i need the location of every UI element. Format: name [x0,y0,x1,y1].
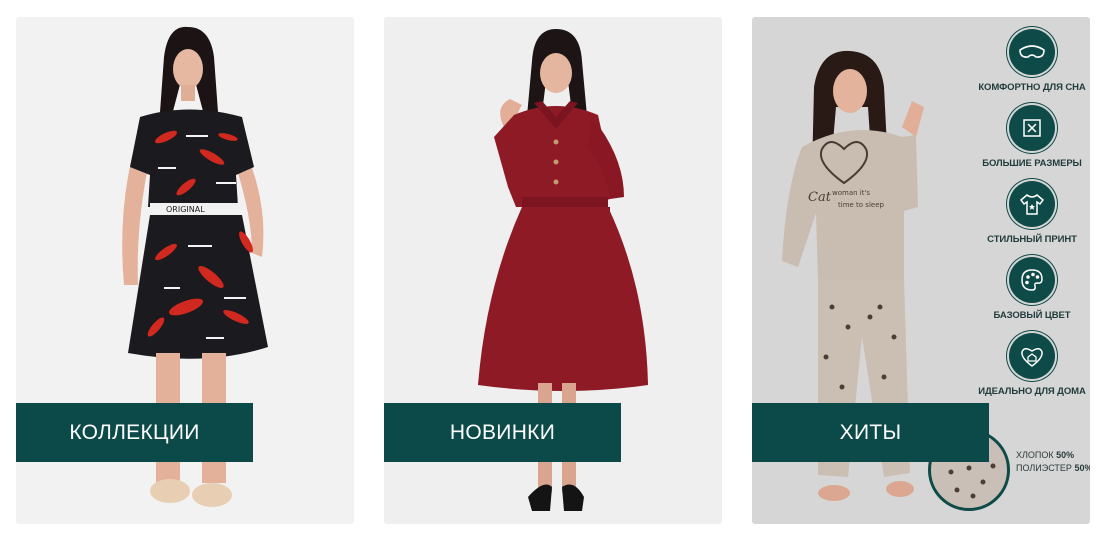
feature-caption: ИДЕАЛЬНО ДЛЯ ДОМА [978,386,1086,397]
feature-caption: КОМФОРТНО ДЛЯ СНА [978,82,1086,93]
feature-item: БОЛЬШИЕ РАЗМЕРЫ [977,105,1087,169]
cotton-label: ХЛОПОК [1016,450,1054,460]
cotton-value: 50% [1056,450,1075,460]
new-arrivals-button-label: НОВИНКИ [449,420,556,444]
sleep-mask-icon [1009,29,1055,75]
hits-button-label: ХИТЫ [839,420,902,444]
hits-button[interactable]: ХИТЫ [752,403,989,462]
new-arrivals-card[interactable]: НОВИНКИ [384,17,722,524]
collections-button[interactable]: КОЛЛЕКЦИИ [16,403,253,462]
fabric-composition: ХЛОПОК 50% ПОЛИЭСТЕР 50% [1016,449,1090,475]
home-heart-icon [1009,333,1055,379]
collections-button-label: КОЛЛЕКЦИИ [69,420,200,444]
feature-item: КОМФОРТНО ДЛЯ СНА [977,29,1087,93]
feature-caption: СТИЛЬНЫЙ ПРИНТ [987,234,1077,245]
tshirt-icon [1009,181,1055,227]
hits-card[interactable]: Cat woman it's time to sleep КОМФОРТНО Д… [752,17,1090,524]
svg-text:ORIGINAL: ORIGINAL [166,205,205,214]
feature-item: СТИЛЬНЫЙ ПРИНТ [977,181,1087,245]
collections-card[interactable]: ORIGINAL КОЛЛЕКЦИИ [16,17,354,524]
feature-caption: БОЛЬШИЕ РАЗМЕРЫ [982,158,1082,169]
polyester-value: 50% [1074,463,1090,473]
palette-icon [1009,257,1055,303]
svg-text:Cat: Cat [808,190,832,205]
feature-item: ИДЕАЛЬНО ДЛЯ ДОМА [977,333,1087,397]
composition-polyester: ПОЛИЭСТЕР 50% [1016,462,1090,475]
polyester-label: ПОЛИЭСТЕР [1016,463,1072,473]
svg-text:woman it's: woman it's [832,189,870,197]
feature-item: БАЗОВЫЙ ЦВЕТ [977,257,1087,321]
svg-text:time to sleep: time to sleep [838,201,884,209]
feature-caption: БАЗОВЫЙ ЦВЕТ [993,310,1071,321]
composition-cotton: ХЛОПОК 50% [1016,449,1090,462]
new-arrivals-button[interactable]: НОВИНКИ [384,403,621,462]
expand-arrows-icon [1009,105,1055,151]
